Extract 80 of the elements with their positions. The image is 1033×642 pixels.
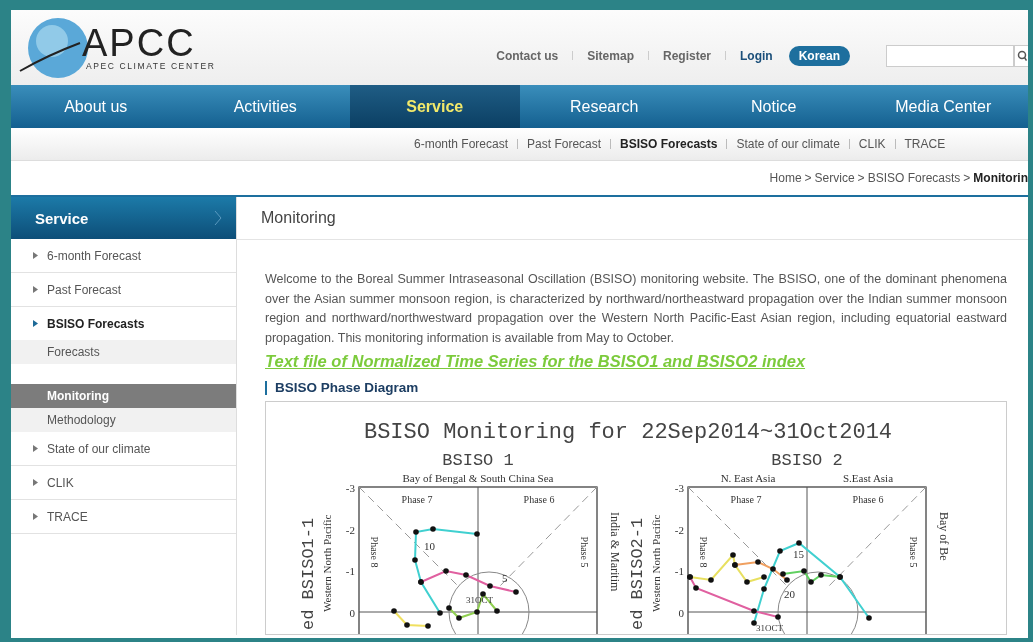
subnav-link[interactable]: CLIK xyxy=(858,137,886,151)
date-label: 20 xyxy=(784,588,795,600)
y-tick-label: -1 xyxy=(345,565,355,578)
page-heading: Monitoring xyxy=(237,197,1028,240)
top-link[interactable]: Register xyxy=(662,48,711,63)
subnav-link[interactable]: BSISO Forecasts xyxy=(620,137,718,151)
bullet-arrow-icon xyxy=(33,286,38,293)
breadcrumb-link[interactable]: Monitorin xyxy=(973,171,1028,185)
bullet-arrow-icon xyxy=(33,252,38,259)
nav-tab[interactable]: Activities xyxy=(180,85,350,128)
subnav-link[interactable]: TRACE xyxy=(904,137,946,151)
sidebar-subitem[interactable]: Monitoring xyxy=(11,384,236,408)
y-axis-sublabel: Western North Pacific xyxy=(321,514,333,612)
phase-label: Phase 6 xyxy=(523,494,555,505)
region-label: Bay of Bengal & South China Sea xyxy=(402,472,554,484)
sidebar-item[interactable]: 6-month Forecast xyxy=(11,239,236,272)
breadcrumb-separator: > xyxy=(804,171,812,185)
panel-title: BSISO 1 xyxy=(442,451,514,470)
sidebar-subitem[interactable]: Forecasts xyxy=(11,340,236,364)
intro-paragraph: Welcome to the Boreal Summer Intraseasonal Oscillation (BSISO) monitoring website. The BSISO, one of the dominant phenomena over the Asian summer monsoon region, is characterized by northward/northeastward propagation over the Indian summer monsoon region and northward/northwestward propagation over the Western North Pacific-East Asian region, including equatorial eastward propagation. This monitoring information is available from May to October. xyxy=(265,271,1007,347)
date-label: 31OCT xyxy=(756,623,783,633)
y-tick-label: 0 xyxy=(349,607,355,620)
y-tick-label: -1 xyxy=(674,565,684,578)
sidebar-item[interactable]: TRACE xyxy=(11,500,236,533)
panel-title: BSISO 2 xyxy=(771,451,843,470)
y-tick-label: 0 xyxy=(678,607,684,620)
search-button[interactable] xyxy=(1014,44,1028,67)
date-label: 15 xyxy=(793,548,804,560)
region-label: S.East Asia xyxy=(842,472,894,484)
chevron-right-icon xyxy=(214,210,222,226)
phase-label: Phase 8 xyxy=(369,536,380,568)
sidebar-item[interactable]: Past Forecast xyxy=(11,273,236,306)
nav-tab[interactable]: About us xyxy=(11,85,181,128)
sidebar-item[interactable]: State of our climate xyxy=(11,432,236,465)
right-region-label: India & Maritim xyxy=(608,512,622,592)
breadcrumb-separator: > xyxy=(857,171,865,185)
y-tick-label: -2 xyxy=(345,523,355,536)
right-region-label: Bay of Be xyxy=(937,512,951,561)
top-link[interactable]: Sitemap xyxy=(587,48,634,63)
phase-label: Phase 6 xyxy=(852,494,884,505)
section-title: BSISO Phase Diagram xyxy=(265,381,1007,395)
phase-label: Phase 5 xyxy=(908,536,919,568)
sidebar-item[interactable]: BSISO Forecasts xyxy=(11,307,236,340)
nav-tab[interactable]: Service xyxy=(350,85,520,128)
date-label: 5 xyxy=(502,572,508,584)
y-tick-label: -2 xyxy=(674,523,684,536)
region-label: N. East Asia xyxy=(720,472,776,484)
date-label: 10 xyxy=(424,540,435,552)
search-field[interactable] xyxy=(886,44,1014,67)
y-tick-label: -3 xyxy=(345,482,355,494)
bullet-arrow-icon xyxy=(33,445,38,452)
sidebar-title: Service xyxy=(35,209,89,227)
subnav-link[interactable]: Past Forecast xyxy=(527,137,602,151)
language-button[interactable]: Korean xyxy=(788,45,850,66)
nav-tab[interactable]: Notice xyxy=(689,85,859,128)
y-axis-label: ed BSISO2-1 xyxy=(628,517,647,630)
breadcrumb-link[interactable]: BSISO Forecasts xyxy=(867,171,961,185)
subnav-link[interactable]: State of our climate xyxy=(736,137,840,151)
bullet-arrow-icon xyxy=(33,479,38,486)
nav-tab[interactable]: Research xyxy=(519,85,689,128)
login-link[interactable]: Login xyxy=(740,48,773,63)
bullet-arrow-icon xyxy=(33,513,38,520)
figure-title: BSISO Monitoring for 22Sep2014~31Oct2014 xyxy=(363,420,893,445)
breadcrumb-link[interactable]: Home xyxy=(769,171,802,185)
phase-label: Phase 8 xyxy=(698,536,709,568)
nav-tab[interactable]: Media Center xyxy=(858,85,1028,128)
y-tick-label: -3 xyxy=(674,482,684,494)
bullet-arrow-icon xyxy=(33,320,38,327)
y-axis-sublabel: Western North Pacific xyxy=(650,514,662,612)
y-axis-label: ed BSISO1-1 xyxy=(299,517,318,630)
phase-label: Phase 7 xyxy=(730,494,762,505)
phase-label: Phase 5 xyxy=(579,536,590,568)
top-link[interactable]: Contact us xyxy=(496,48,559,63)
phase-label: Phase 7 xyxy=(401,494,433,505)
breadcrumb-separator: > xyxy=(963,171,971,185)
search-icon xyxy=(1017,49,1027,62)
breadcrumb-link[interactable]: Service xyxy=(814,171,855,185)
sidebar-subitem[interactable]: Methodology xyxy=(11,408,236,432)
sidebar-item[interactable]: CLIK xyxy=(11,466,236,499)
subnav-link[interactable]: 6-month Forecast xyxy=(414,137,509,151)
